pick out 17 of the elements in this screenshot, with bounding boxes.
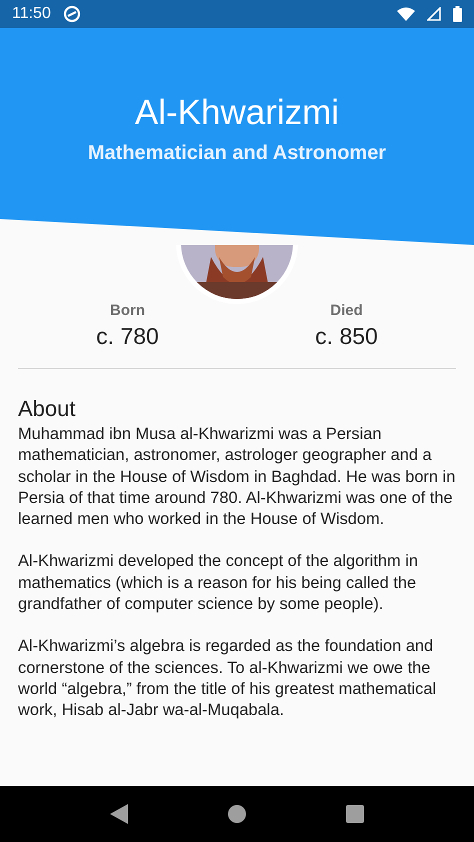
fact-label: Born [110,302,145,319]
fact-value: c. 850 [315,323,378,350]
paragraph: Muhammad ibn Musa al-Khwarizmi was a Persian mathematician, astronomer, astrologer geographer and a scholar in the House of Wisdom in Baghdad. He was born in Persia of that time around 780. Al-Khwarizmi was one of the learned men who worked in the House of Wisdom. [18,424,456,530]
paragraph: Al-Khwarizmi’s algebra is regarded as the foundation and cornerstone of the sciences. To al-Khwarizmi we owe the world “algebra,” from the title of his greatest mathematical work, Hisab al-Jabr wa-al-Muqabala. [18,636,438,722]
fact-label: Died [330,302,363,319]
person-subtitle: Mathematician and Astronomer [88,142,386,165]
sync-icon [62,5,81,23]
fact-value: c. 780 [96,323,159,350]
wifi-icon [397,7,415,21]
person-name: Al-Khwarizmi [134,92,340,134]
home-icon[interactable] [228,805,246,823]
back-icon[interactable] [110,804,128,824]
section-heading: About [18,396,76,422]
signal-icon [427,7,441,21]
paragraph: Al-Khwarizmi developed the concept of the algorithm in mathematics (which is a reason for his being called the grandfather of computer science by some people). [18,551,419,616]
battery-icon [453,6,462,22]
status-time: 11:50 [12,5,51,23]
